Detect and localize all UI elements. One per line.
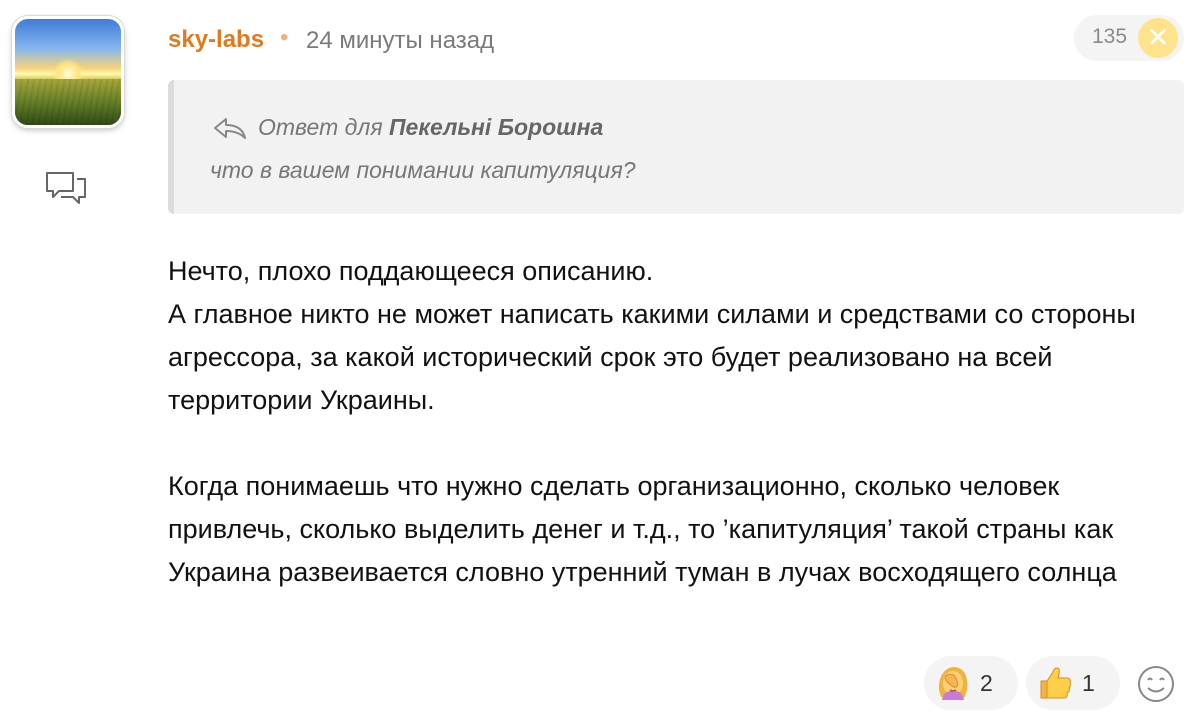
user-avatar[interactable] [12, 16, 124, 128]
quoted-text: что в вашем понимании капитуляция? [210, 157, 636, 183]
reply-comment-icon[interactable] [44, 170, 88, 206]
reply-to-line: Ответ для Пекельні Борошна [258, 114, 603, 141]
facepalm-emoji-icon [938, 667, 968, 700]
add-reaction-smiley-icon[interactable] [1136, 664, 1176, 704]
thumbs-up-emoji-icon [1040, 667, 1071, 699]
comment-author[interactable]: sky-labs [168, 26, 264, 54]
reaction-facepalm[interactable]: 2 [924, 656, 1018, 710]
comment-score: 135 ✕ [1074, 15, 1184, 61]
hide-comment-button[interactable]: ✕ [1138, 18, 1178, 58]
reaction-thumbs-up[interactable]: 1 [1026, 656, 1120, 710]
reply-to-user[interactable]: Пекельні Борошна [389, 114, 603, 140]
comment-timestamp[interactable]: 24 минуты назад [306, 27, 494, 55]
score-value: 135 [1092, 25, 1128, 48]
meta-separator: • [280, 24, 289, 51]
comment-paragraph: А главное никто не может написать какими… [168, 299, 1136, 415]
reaction-count: 2 [980, 670, 993, 696]
reaction-count: 1 [1082, 670, 1095, 696]
reply-arrow-icon [214, 118, 246, 139]
avatar-field [15, 79, 121, 125]
reply-prefix: Ответ для [258, 114, 383, 140]
comment-body: Нечто, плохо поддающееся описанию. А гла… [168, 250, 1178, 594]
comment-paragraph: Когда понимаешь что нужно сделать органи… [168, 471, 1117, 587]
comment-paragraph: Нечто, плохо поддающееся описанию. [168, 256, 654, 286]
reply-quote[interactable]: Ответ для Пекельні Борошна что в вашем п… [168, 80, 1184, 214]
